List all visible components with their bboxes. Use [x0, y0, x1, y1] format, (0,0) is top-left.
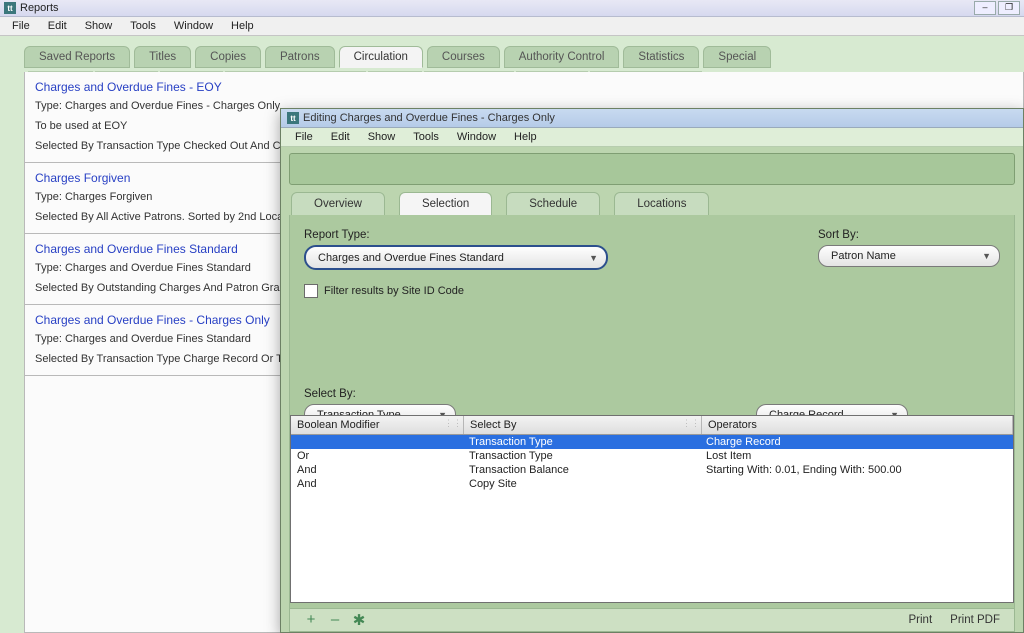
minimize-button[interactable]: – [974, 1, 996, 15]
sort-by-dropdown[interactable]: Patron Name ▼ [818, 245, 1000, 267]
editor-menu-edit[interactable]: Edit [323, 130, 358, 144]
print-pdf-button[interactable]: Print PDF [950, 614, 1000, 626]
editor-title-bar[interactable]: tt Editing Charges and Overdue Fines - C… [281, 109, 1023, 128]
editor-tab-locations[interactable]: Locations [614, 192, 709, 216]
menu-file[interactable]: File [4, 19, 38, 33]
menu-show[interactable]: Show [77, 19, 121, 33]
report-title[interactable]: Charges and Overdue Fines - EOY [35, 80, 1013, 94]
filter-checkbox[interactable] [304, 284, 318, 298]
tab-saved-reports[interactable]: Saved Reports [24, 46, 130, 68]
menu-edit[interactable]: Edit [40, 19, 75, 33]
editor-window: tt Editing Charges and Overdue Fines - C… [280, 108, 1024, 633]
menu-help[interactable]: Help [223, 19, 262, 33]
gear-icon[interactable]: ✱ [352, 611, 366, 629]
editor-tab-selection[interactable]: Selection [399, 192, 492, 216]
tab-authority-control[interactable]: Authority Control [504, 46, 620, 68]
table-row[interactable]: Transaction TypeCharge Record [291, 435, 1013, 449]
editor-tab-overview[interactable]: Overview [291, 192, 385, 216]
app-icon: tt [4, 2, 16, 14]
editor-footer: + – ✱ Print Print PDF [290, 608, 1014, 631]
report-type-label: Report Type: [304, 229, 608, 241]
table-row[interactable]: AndTransaction BalanceStarting With: 0.0… [291, 463, 1013, 477]
maximize-button[interactable]: ❐ [998, 1, 1020, 15]
criteria-table[interactable]: Boolean Modifier⋮⋮ Select By⋮⋮ Operators… [290, 415, 1014, 603]
chevron-down-icon: ▼ [589, 253, 598, 263]
tab-special[interactable]: Special [703, 46, 771, 68]
report-type-dropdown[interactable]: Charges and Overdue Fines Standard ▼ [304, 245, 608, 270]
window-title: Reports [20, 2, 59, 14]
tab-titles[interactable]: Titles [134, 46, 191, 68]
tab-copies[interactable]: Copies [195, 46, 261, 68]
chevron-down-icon: ▼ [982, 251, 991, 261]
editor-toolbar [289, 153, 1015, 185]
filter-label: Filter results by Site ID Code [324, 285, 464, 297]
main-menu-bar: File Edit Show Tools Window Help [0, 17, 1024, 36]
menu-window[interactable]: Window [166, 19, 221, 33]
editor-menu-help[interactable]: Help [506, 130, 545, 144]
editor-menu-bar: File Edit Show Tools Window Help [281, 128, 1023, 147]
tab-courses[interactable]: Courses [427, 46, 500, 68]
editor-menu-tools[interactable]: Tools [405, 130, 447, 144]
remove-icon[interactable]: – [328, 611, 342, 629]
table-row[interactable]: OrTransaction TypeLost Item [291, 449, 1013, 463]
col-boolean-modifier[interactable]: Boolean Modifier⋮⋮ [291, 416, 464, 434]
editor-menu-show[interactable]: Show [360, 130, 404, 144]
editor-app-icon: tt [287, 112, 299, 124]
os-title-bar: tt Reports – ❐ [0, 0, 1024, 17]
tab-circulation[interactable]: Circulation [339, 46, 423, 68]
table-row[interactable]: AndCopy Site [291, 477, 1013, 491]
sort-by-label: Sort By: [818, 229, 1000, 241]
report-type-value: Charges and Overdue Fines Standard [318, 252, 504, 264]
col-select-by[interactable]: Select By⋮⋮ [464, 416, 702, 434]
editor-tab-schedule[interactable]: Schedule [506, 192, 600, 216]
tab-statistics[interactable]: Statistics [623, 46, 699, 68]
editor-menu-window[interactable]: Window [449, 130, 504, 144]
menu-tools[interactable]: Tools [122, 19, 164, 33]
sort-by-value: Patron Name [831, 250, 896, 262]
editor-window-title: Editing Charges and Overdue Fines - Char… [303, 112, 555, 124]
select-by-label: Select By: [304, 388, 456, 400]
tab-patrons[interactable]: Patrons [265, 46, 335, 68]
add-icon[interactable]: + [304, 611, 318, 629]
print-button[interactable]: Print [909, 614, 933, 626]
editor-menu-file[interactable]: File [287, 130, 321, 144]
col-operators[interactable]: Operators [702, 416, 1013, 434]
